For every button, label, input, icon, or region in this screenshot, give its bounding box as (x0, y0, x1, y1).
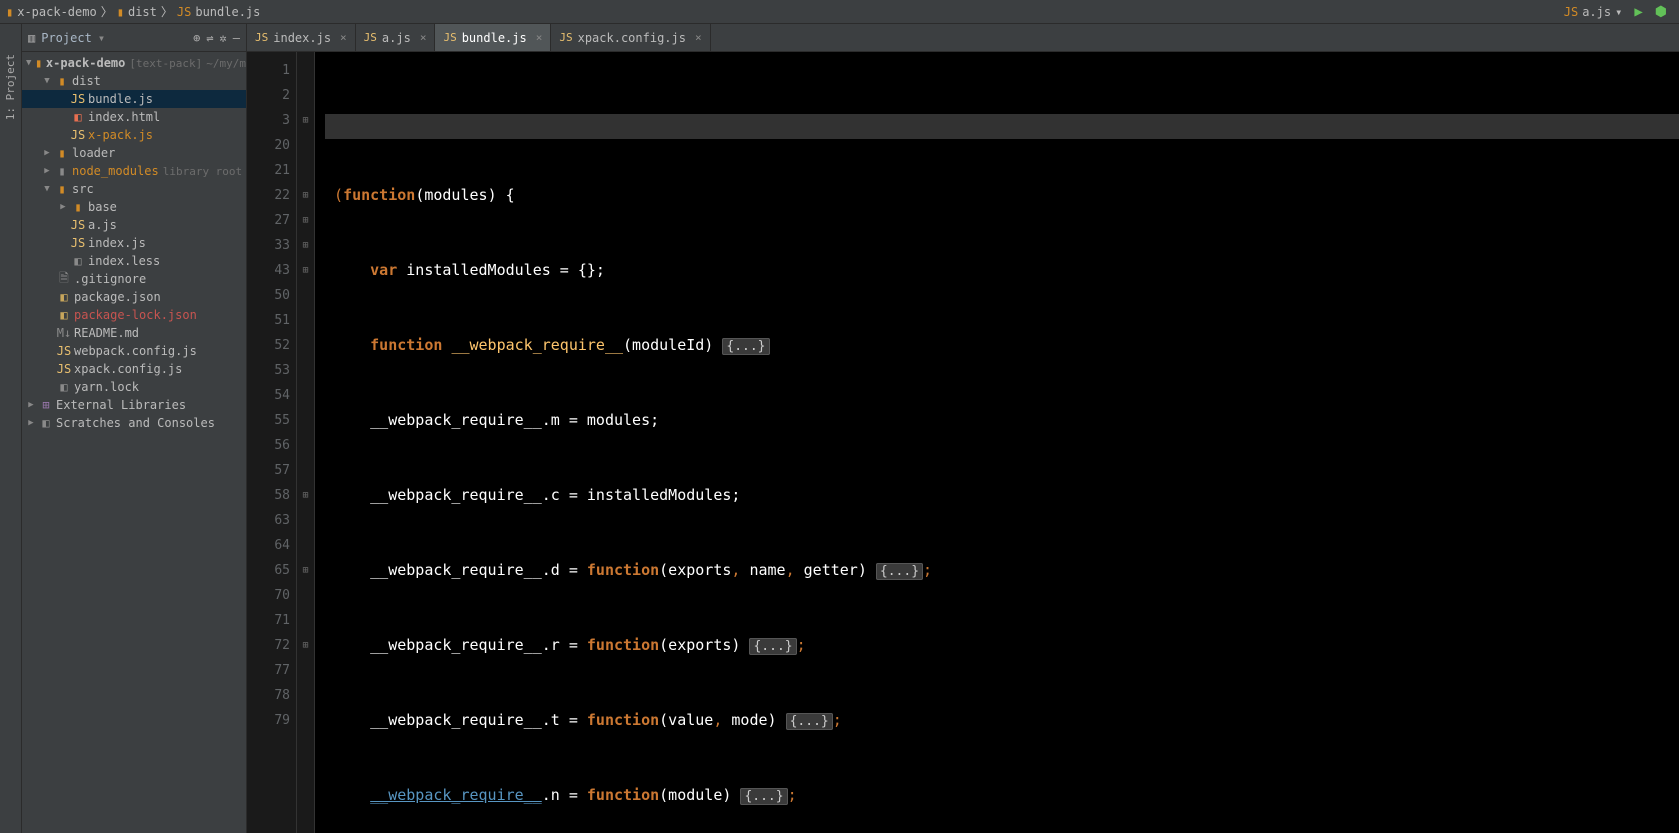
project-sidebar: ▥ Project ▾ ⊕ ⇌ ✲ — ▼▮x-pack-demo[text-p… (22, 24, 247, 833)
project-tool-label[interactable]: 1: Project (4, 54, 17, 120)
md-icon: M↓ (56, 326, 72, 340)
tree-scratches[interactable]: ▶◧Scratches and Consoles (22, 414, 246, 432)
breadcrumb-bar: ▮x-pack-demo〉 ▮dist〉 JSbundle.js JSa.js▾… (0, 0, 1679, 24)
js-icon: JS (56, 362, 72, 376)
tree-folder-nodemodules[interactable]: ▶▮node_moduleslibrary root (22, 162, 246, 180)
tree-folder-dist[interactable]: ▼▮dist (22, 72, 246, 90)
tab-bundlejs[interactable]: JSbundle.js× (435, 24, 551, 51)
target-icon[interactable]: ⊕ (193, 31, 200, 45)
tree-file-webpackconfig[interactable]: JSwebpack.config.js (22, 342, 246, 360)
tree-external[interactable]: ▶⊞External Libraries (22, 396, 246, 414)
tree-file-xpackconfig[interactable]: JSxpack.config.js (22, 360, 246, 378)
tree-root[interactable]: ▼▮x-pack-demo[text-pack]~/my/m (22, 54, 246, 72)
folder-icon: ▮ (6, 5, 13, 19)
folder-icon: ▮ (70, 200, 86, 214)
js-icon: JS (177, 5, 191, 19)
chevron-right-icon: 〉 (101, 3, 113, 20)
chevron-down-icon: ▾ (1615, 5, 1622, 19)
gear-icon[interactable]: ✲ (220, 31, 227, 45)
library-icon: ⊞ (38, 398, 54, 412)
tree-file-readme[interactable]: M↓README.md (22, 324, 246, 342)
project-icon: ▥ (28, 31, 35, 45)
crumb-project[interactable]: ▮x-pack-demo〉 (6, 3, 113, 20)
tree-folder-src[interactable]: ▼▮src (22, 180, 246, 198)
run-icon[interactable]: ▶ (1634, 4, 1642, 20)
tree-file-packagelock[interactable]: ◧package-lock.json (22, 306, 246, 324)
collapse-icon[interactable]: ⇌ (206, 31, 213, 45)
tree-file-yarnlock[interactable]: ◧yarn.lock (22, 378, 246, 396)
js-icon: JS (364, 31, 377, 44)
scratch-icon: ◧ (38, 416, 54, 430)
folder-icon: ▮ (54, 164, 70, 178)
folder-icon: ▮ (54, 146, 70, 160)
close-icon[interactable]: × (695, 31, 702, 44)
folder-icon: ▮ (33, 56, 44, 70)
code-editor[interactable]: 1232021222733435051525354555657586364657… (247, 52, 1679, 833)
close-icon[interactable]: × (340, 31, 347, 44)
file-icon: 🗎 (56, 269, 72, 290)
tree-file-bundle[interactable]: JSbundle.js (22, 90, 246, 108)
chevron-down-icon[interactable]: ▾ (98, 31, 105, 45)
close-icon[interactable]: × (420, 31, 427, 44)
chevron-right-icon: 〉 (161, 3, 173, 20)
left-tool-strip: 1: Project (0, 24, 22, 833)
js-icon: JS (443, 31, 456, 44)
js-icon: JS (70, 92, 86, 106)
editor-area: JSindex.js× JSa.js× JSbundle.js× JSxpack… (247, 24, 1679, 833)
folder-icon: ▮ (117, 5, 124, 19)
line-number-gutter: 1232021222733435051525354555657586364657… (247, 52, 297, 833)
tree-file-indexless[interactable]: ◧index.less (22, 252, 246, 270)
close-icon[interactable]: × (536, 31, 543, 44)
tab-xpackconfig[interactable]: JSxpack.config.js× (551, 24, 710, 51)
tree-file-xpackjs[interactable]: JSx-pack.js (22, 126, 246, 144)
js-icon: JS (56, 344, 72, 358)
npm-icon: ◧ (56, 290, 72, 304)
js-icon: JS (1564, 5, 1578, 19)
tree-folder-loader[interactable]: ▶▮loader (22, 144, 246, 162)
project-title: Project (41, 31, 92, 45)
js-icon: JS (70, 128, 86, 142)
folder-icon: ▮ (54, 182, 70, 196)
tree-file-gitignore[interactable]: 🗎.gitignore (22, 270, 246, 288)
tab-indexjs[interactable]: JSindex.js× (247, 24, 356, 51)
debug-icon[interactable]: ⬢ (1655, 4, 1667, 20)
js-icon: JS (70, 236, 86, 250)
code-content[interactable]: (function(modules) { var installedModule… (315, 52, 1679, 833)
less-icon: ◧ (70, 254, 86, 268)
editor-tabs: JSindex.js× JSa.js× JSbundle.js× JSxpack… (247, 24, 1679, 52)
npm-icon: ◧ (56, 308, 72, 322)
js-icon: JS (255, 31, 268, 44)
yarn-icon: ◧ (56, 380, 72, 394)
tree-file-packagejson[interactable]: ◧package.json (22, 288, 246, 306)
fold-gutter[interactable]: ⊞⊞⊞⊞⊞⊞⊞⊞ (297, 52, 315, 833)
hide-icon[interactable]: — (233, 31, 240, 45)
tree-folder-base[interactable]: ▶▮base (22, 198, 246, 216)
crumb-file[interactable]: JSbundle.js (177, 5, 260, 19)
project-header: ▥ Project ▾ ⊕ ⇌ ✲ — (22, 24, 246, 52)
js-icon: JS (70, 218, 86, 232)
folder-icon: ▮ (54, 74, 70, 88)
tree-file-indexjs[interactable]: JSindex.js (22, 234, 246, 252)
html-icon: ◧ (70, 110, 86, 124)
crumb-folder[interactable]: ▮dist〉 (117, 3, 173, 20)
tab-ajs[interactable]: JSa.js× (356, 24, 436, 51)
tree-file-ajs[interactable]: JSa.js (22, 216, 246, 234)
file-tree: ▼▮x-pack-demo[text-pack]~/my/m ▼▮dist JS… (22, 52, 246, 833)
tree-file-indexhtml[interactable]: ◧index.html (22, 108, 246, 126)
js-icon: JS (559, 31, 572, 44)
run-config-selector[interactable]: JSa.js▾ (1558, 5, 1629, 19)
